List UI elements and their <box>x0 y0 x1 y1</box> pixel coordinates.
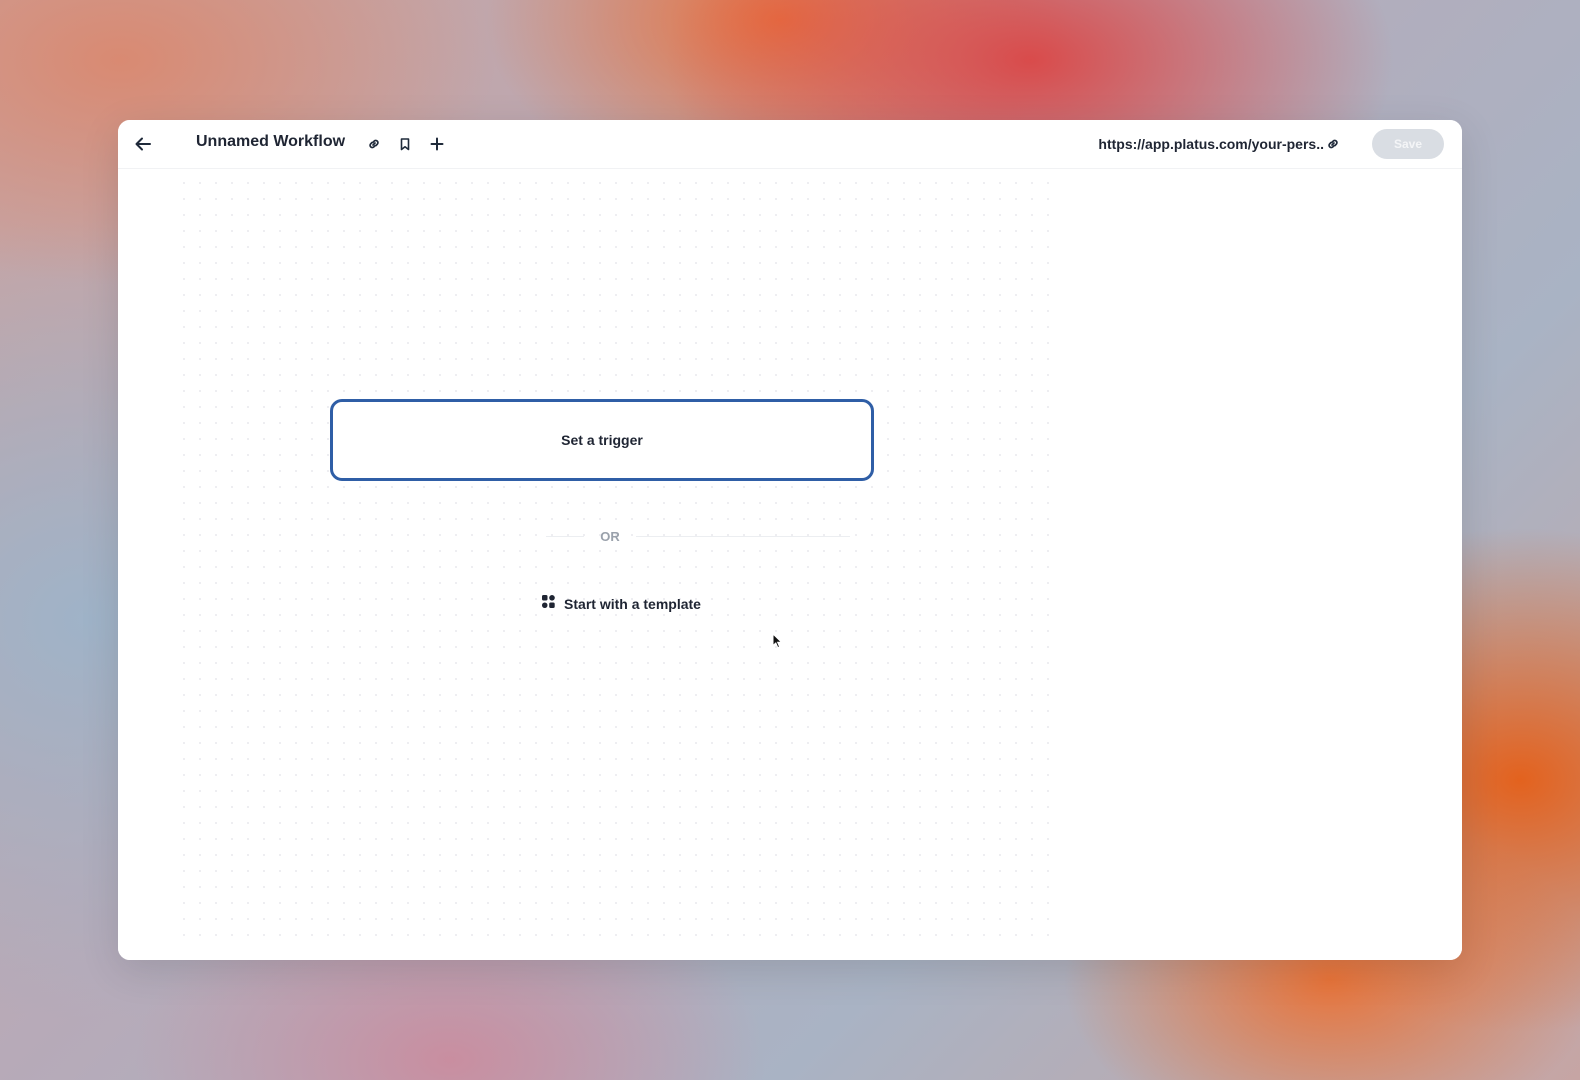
back-arrow-icon[interactable] <box>131 132 155 156</box>
save-button[interactable]: Save <box>1372 129 1444 159</box>
set-trigger-card[interactable]: Set a trigger <box>330 399 874 481</box>
workflow-url[interactable]: https://app.platus.com/your-pers.. <box>1098 136 1324 152</box>
or-label: OR <box>600 529 620 544</box>
dot-grid-background <box>176 175 1056 950</box>
or-divider-line-left <box>546 536 584 537</box>
mouse-pointer-icon <box>772 632 784 654</box>
template-label: Start with a template <box>564 596 701 612</box>
copy-link-icon[interactable] <box>362 132 386 156</box>
or-divider: OR <box>546 527 850 547</box>
or-divider-line-right <box>636 536 850 537</box>
url-link-icon[interactable] <box>1321 132 1345 156</box>
set-trigger-label: Set a trigger <box>561 432 643 448</box>
start-with-template-button[interactable]: Start with a template <box>516 589 726 619</box>
apps-grid-icon <box>541 594 556 614</box>
top-bar: Unnamed Workflow https://app.platus.com/… <box>118 120 1462 169</box>
plus-icon[interactable] <box>425 132 449 156</box>
workflow-canvas[interactable]: Set a trigger OR Start with a template <box>118 169 1462 960</box>
workflow-title[interactable]: Unnamed Workflow <box>196 133 345 151</box>
workflow-editor-window: Unnamed Workflow https://app.platus.com/… <box>118 120 1462 960</box>
bookmark-icon[interactable] <box>393 132 417 156</box>
